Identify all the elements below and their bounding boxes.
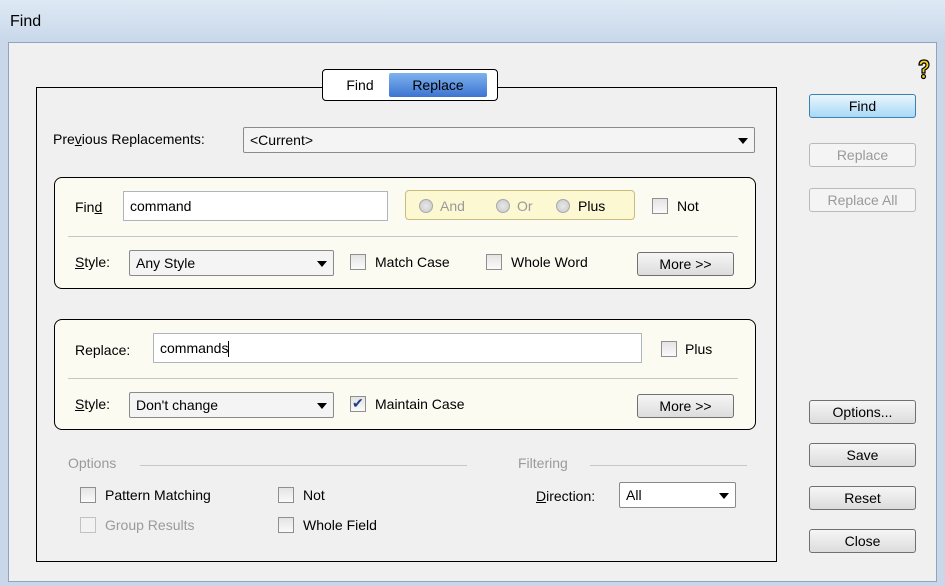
find-not-checkbox[interactable] [652, 198, 668, 214]
filtering-divider [590, 465, 747, 466]
find-more-button[interactable]: More >> [637, 252, 734, 276]
replace-all-button[interactable]: Replace All [809, 188, 916, 212]
find-group-divider [68, 236, 738, 237]
replace-style-value: Don't change [136, 397, 219, 413]
text-cursor [228, 341, 230, 358]
chevron-down-icon [317, 403, 327, 409]
chevron-down-icon [317, 261, 327, 267]
options-header: Options [68, 455, 117, 471]
plus-label: Plus [578, 198, 606, 214]
window-title: Find [10, 13, 42, 30]
and-radio[interactable] [419, 199, 433, 213]
replace-group-divider [68, 378, 738, 379]
plus-radio[interactable] [556, 199, 570, 213]
options-button[interactable]: Options... [809, 400, 916, 424]
previous-replacements-label: Previous Replacements: [53, 131, 205, 147]
previous-replacements-value: <Current> [250, 132, 314, 148]
maintain-case-label: Maintain Case [375, 396, 465, 412]
find-style-value: Any Style [136, 255, 196, 271]
maintain-case-checkbox[interactable] [350, 395, 366, 412]
replace-input-value: commands [160, 340, 229, 356]
find-input[interactable]: command [123, 191, 388, 221]
replace-input[interactable]: commands [153, 333, 642, 363]
direction-value: All [626, 487, 642, 503]
replace-style-select[interactable]: Don't change [129, 392, 334, 418]
direction-label: Direction: [536, 488, 596, 504]
group-results-label: Group Results [105, 517, 195, 533]
replace-more-button[interactable]: More >> [637, 394, 734, 418]
whole-field-label: Whole Field [303, 517, 377, 533]
find-button[interactable]: Find [809, 94, 916, 118]
whole-field-checkbox[interactable] [278, 517, 294, 533]
replace-style-label: Style: [75, 396, 111, 412]
chevron-down-icon [719, 493, 729, 499]
and-label: And [440, 198, 465, 214]
match-case-checkbox[interactable] [350, 254, 366, 270]
replace-plus-checkbox[interactable] [661, 341, 677, 357]
whole-word-label: Whole Word [511, 254, 588, 270]
tab-replace[interactable]: Replace [389, 73, 487, 97]
help-icon[interactable] [915, 58, 933, 80]
whole-word-checkbox[interactable] [486, 254, 502, 270]
tab-strip: Find Replace [322, 69, 498, 101]
or-label: Or [517, 198, 533, 214]
replace-plus-label: Plus [685, 341, 713, 357]
group-results-checkbox[interactable] [80, 517, 96, 533]
find-style-label: Style: [75, 254, 111, 270]
chevron-down-icon [738, 138, 748, 144]
reset-button[interactable]: Reset [809, 486, 916, 510]
direction-select[interactable]: All [619, 482, 736, 508]
pattern-matching-label: Pattern Matching [105, 487, 211, 503]
options-divider [140, 465, 467, 466]
save-button[interactable]: Save [809, 443, 916, 467]
pattern-matching-checkbox[interactable] [80, 487, 96, 503]
find-label: Find [75, 199, 103, 215]
tab-find[interactable]: Find [333, 73, 387, 97]
close-button[interactable]: Close [809, 529, 916, 553]
previous-replacements-select[interactable]: <Current> [243, 127, 755, 153]
or-radio[interactable] [496, 199, 510, 213]
replace-button[interactable]: Replace [809, 143, 916, 167]
title-bar: Find [0, 0, 945, 42]
options-not-checkbox[interactable] [278, 487, 294, 503]
find-not-label: Not [677, 198, 699, 214]
find-style-select[interactable]: Any Style [129, 250, 334, 276]
filtering-header: Filtering [518, 455, 568, 471]
options-not-label: Not [303, 487, 325, 503]
match-case-label: Match Case [375, 254, 450, 270]
replace-label: Replace: [75, 342, 131, 358]
